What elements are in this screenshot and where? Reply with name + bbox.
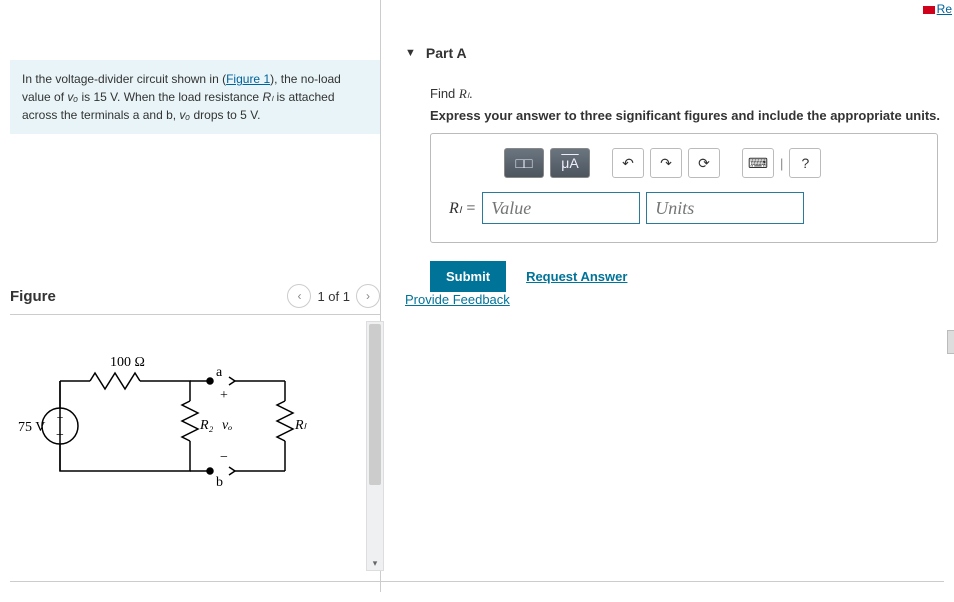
circuit-diagram: + − [10, 321, 330, 501]
provide-feedback-link[interactable]: Provide Feedback [405, 292, 510, 307]
units-picker-button[interactable]: μA [550, 148, 590, 178]
svg-text:+: + [57, 410, 64, 424]
answer-var-label: Rₗ = [449, 198, 476, 218]
input-row: Rₗ = [449, 192, 919, 224]
scroll-thumb[interactable] [369, 324, 381, 485]
toolbar-sep: | [780, 156, 783, 171]
templates-button[interactable]: □□ [504, 148, 544, 178]
keyboard-icon: ⌨ [748, 155, 768, 172]
units-input[interactable] [646, 192, 804, 224]
prompt-var: Rₗ [459, 86, 469, 101]
right-pane: ▼ Part A Find Rₗ. Express your answer to… [405, 45, 949, 307]
problem-text-3: is 15 V. When the load resistance [78, 90, 262, 104]
figure-pager: ‹ 1 of 1 › [287, 284, 380, 308]
figure-header: Figure ‹ 1 of 1 › [10, 284, 380, 308]
part-label: Part A [426, 45, 467, 61]
rl-label: Rₗ [294, 418, 308, 433]
svg-text:−: − [56, 428, 64, 443]
figure-prev-button[interactable]: ‹ [287, 284, 311, 308]
problem-statement: In the voltage-divider circuit shown in … [10, 60, 380, 134]
rl-var-1: Rₗ [262, 90, 273, 104]
scroll-down-icon: ▾ [367, 558, 383, 569]
bottom-divider [10, 581, 944, 582]
vo-label: vₒ [222, 418, 232, 433]
terminal-b: b [216, 475, 223, 490]
review-label: Re [937, 2, 952, 16]
review-link[interactable]: Re [923, 2, 952, 16]
left-pane: In the voltage-divider circuit shown in … [0, 0, 380, 571]
undo-button[interactable]: ↶ [612, 148, 644, 178]
prompt-line-1: Find Rₗ. [430, 86, 949, 102]
collapse-icon[interactable]: ▼ [405, 47, 416, 59]
review-icon [923, 6, 935, 14]
terminal-a: a [216, 365, 223, 380]
redo-button[interactable]: ↷ [650, 148, 682, 178]
templates-icon: □□ [516, 155, 533, 171]
problem-text-5: drops to 5 V. [190, 108, 260, 122]
figure-title: Figure [10, 288, 56, 305]
value-input[interactable] [482, 192, 640, 224]
r100-label: 100 Ω [110, 355, 145, 370]
plus-label: + [220, 388, 228, 403]
prompt-pre: Find [430, 86, 459, 101]
request-answer-link[interactable]: Request Answer [526, 269, 627, 284]
help-icon: ? [801, 155, 809, 171]
figure-link[interactable]: Figure 1 [226, 72, 270, 86]
prompt-post: . [469, 86, 473, 101]
figure-scrollbar[interactable]: ▴ ▾ [366, 321, 384, 571]
figure-section: Figure ‹ 1 of 1 › ▴ ▾ [10, 284, 380, 571]
submit-button[interactable]: Submit [430, 261, 506, 292]
minus-label: − [220, 450, 228, 465]
help-button[interactable]: ? [789, 148, 821, 178]
figure-body: ▴ ▾ + − [10, 321, 380, 571]
prompt: Find Rₗ. Express your answer to three si… [430, 86, 949, 123]
figure-next-button[interactable]: › [356, 284, 380, 308]
figure-divider [10, 314, 380, 315]
units-icon: μA [561, 155, 578, 171]
answer-box: □□ μA ↶ ↷ ⟳ ⌨ | ? Rₗ = [430, 133, 938, 243]
keyboard-button[interactable]: ⌨ [742, 148, 774, 178]
prompt-line-2: Express your answer to three significant… [430, 108, 949, 123]
reset-icon: ⟳ [698, 155, 710, 172]
redo-icon: ↷ [660, 155, 672, 172]
r2-label: R₂ [199, 418, 214, 433]
vo-var-1: vₒ [67, 90, 78, 104]
undo-icon: ↶ [622, 155, 634, 172]
vo-var-2: vₒ [179, 108, 190, 122]
problem-text-1: In the voltage-divider circuit shown in … [22, 72, 226, 86]
reset-button[interactable]: ⟳ [688, 148, 720, 178]
submit-row: Submit Request Answer [430, 261, 949, 292]
right-edge-tab[interactable] [947, 330, 954, 354]
vsrc-label: 75 V [18, 420, 45, 435]
part-header: ▼ Part A [405, 45, 949, 61]
answer-toolbar: □□ μA ↶ ↷ ⟳ ⌨ | ? [504, 148, 919, 178]
figure-pager-label: 1 of 1 [317, 289, 350, 304]
